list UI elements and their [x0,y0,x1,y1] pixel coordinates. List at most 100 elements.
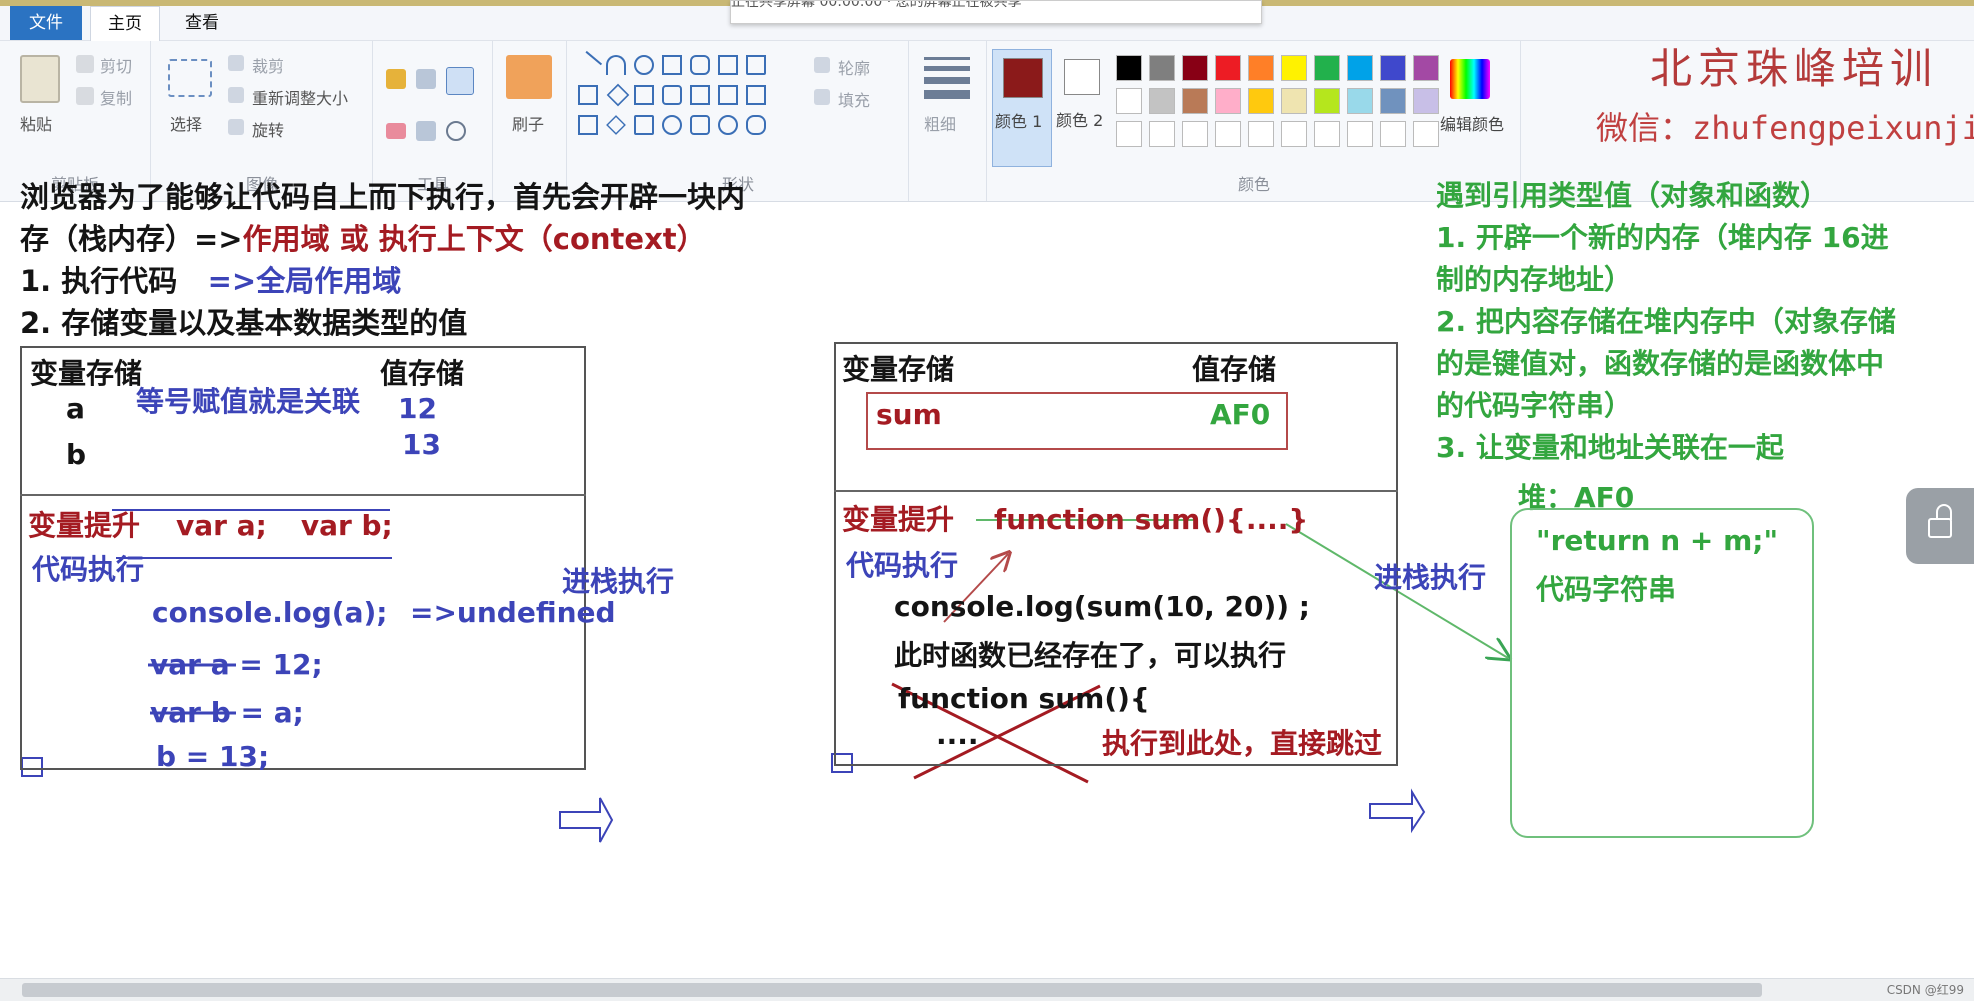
eraser-icon[interactable] [386,123,406,139]
five-point-star-shape-icon[interactable] [634,115,654,135]
brush-icon[interactable] [506,55,552,99]
tab-home[interactable]: 主页 [90,6,160,41]
palette-swatch[interactable] [1116,88,1142,114]
horizontal-scrollbar[interactable]: CSDN @红99 [0,978,1974,1001]
palette-swatch[interactable] [1149,88,1175,114]
diamond-shape-icon[interactable] [606,83,630,107]
size-button[interactable]: 粗细 [924,111,956,135]
down-arrow-shape-icon[interactable] [578,115,598,135]
color-picker-icon[interactable] [416,121,436,141]
palette-empty-swatch[interactable] [1314,121,1340,147]
triangle-shape-icon[interactable] [746,55,766,75]
line-shape-icon[interactable] [573,50,603,80]
mid-exec-label: 代码执行 [846,549,959,582]
select-icon[interactable] [168,59,212,97]
pentagon-shape-icon[interactable] [634,85,654,105]
palette-swatch[interactable] [1281,88,1307,114]
palette-swatch[interactable] [1149,55,1175,81]
callout-oval-shape-icon[interactable] [718,115,738,135]
brush-button[interactable]: 刷子 [512,111,544,135]
tab-view[interactable]: 查看 [168,6,236,40]
cut-icon[interactable] [76,55,94,73]
palette-swatch[interactable] [1347,88,1373,114]
rounded-rect-shape-icon[interactable] [690,55,710,75]
palette-empty-swatch[interactable] [1116,121,1142,147]
resize-button[interactable]: 重新调整大小 [252,85,348,109]
callout-rect-shape-icon[interactable] [690,115,710,135]
paste-icon[interactable] [20,55,60,103]
rotate-icon[interactable] [228,119,244,135]
color1-selector[interactable]: 颜色 1 [992,49,1052,167]
select-button[interactable]: 选择 [170,111,202,135]
palette-swatch[interactable] [1347,55,1373,81]
drawing-canvas[interactable]: 浏览器为了能够让代码自上而下执行，首先会开辟一块内 存（栈内存）=>作用域 或 … [0,179,1974,980]
palette-empty-swatch[interactable] [1215,121,1241,147]
var-b-label: b [66,438,87,471]
curve-shape-icon[interactable] [606,55,626,75]
text-tool-icon[interactable] [446,67,474,95]
shapes-gallery[interactable] [573,50,804,143]
paste-button[interactable]: 粘贴 [20,111,52,135]
palette-swatch[interactable] [1380,55,1406,81]
crop-icon[interactable] [228,55,244,71]
palette-swatch[interactable] [1215,55,1241,81]
polygon-shape-icon[interactable] [718,55,738,75]
right-triangle-shape-icon[interactable] [578,85,598,105]
palette-swatch[interactable] [1314,88,1340,114]
palette-swatch[interactable] [1413,55,1439,81]
palette-swatch[interactable] [1182,88,1208,114]
cut-button[interactable]: 剪切 [100,53,132,77]
callout-cloud-shape-icon[interactable] [746,115,766,135]
palette-swatch[interactable] [1248,88,1274,114]
palette-swatch[interactable] [1281,55,1307,81]
tab-file[interactable]: 文件 [10,6,82,40]
outline-icon[interactable] [814,57,830,73]
six-point-star-shape-icon[interactable] [662,115,682,135]
palette-empty-swatch[interactable] [1281,121,1307,147]
left-arrow-shape-icon[interactable] [718,85,738,105]
palette-empty-swatch[interactable] [1413,121,1439,147]
left-val-store-label: 值存储 [380,357,465,390]
oval-shape-icon[interactable] [634,55,654,75]
palette-empty-swatch[interactable] [1182,121,1208,147]
fill-bucket-icon[interactable] [416,69,436,89]
line-size-icon[interactable] [924,57,970,103]
color2-selector[interactable]: 颜色 2 [1054,49,1112,165]
fill-icon[interactable] [814,89,830,105]
magnifier-icon[interactable] [446,121,466,141]
outline-button[interactable]: 轮廓 [838,55,870,79]
fill-button[interactable]: 填充 [838,87,870,111]
crop-button[interactable]: 裁剪 [252,53,284,77]
edit-colors-icon[interactable] [1450,59,1490,99]
hexagon-shape-icon[interactable] [662,85,682,105]
palette-swatch[interactable] [1380,88,1406,114]
rotate-button[interactable]: 旋转 [252,117,284,141]
palette-swatch[interactable] [1116,55,1142,81]
right-line-6: 的代码字符串） [1436,389,1633,422]
copy-icon[interactable] [76,87,94,105]
palette-empty-swatch[interactable] [1149,121,1175,147]
left-exec-label: 代码执行 [32,553,145,586]
mid-push-arrow [1369,788,1426,834]
palette-empty-swatch[interactable] [1380,121,1406,147]
left-hoist-line: 变量提升 var a; var b; [28,509,393,542]
palette-swatch[interactable] [1248,55,1274,81]
palette-swatch[interactable] [1314,55,1340,81]
horizontal-scroll-thumb[interactable] [22,983,1762,997]
up-arrow-shape-icon[interactable] [746,85,766,105]
palette-swatch[interactable] [1215,88,1241,114]
palette-swatch[interactable] [1413,88,1439,114]
color1-label: 颜色 1 [995,112,1043,131]
heap-box [1510,508,1814,838]
edit-colors-button[interactable]: 编辑颜色 [1440,111,1504,135]
four-point-star-shape-icon[interactable] [606,115,626,135]
palette-empty-swatch[interactable] [1248,121,1274,147]
resize-icon[interactable] [228,87,244,103]
lock-button[interactable] [1906,488,1974,564]
rectangle-shape-icon[interactable] [662,55,682,75]
palette-empty-swatch[interactable] [1347,121,1373,147]
pencil-icon[interactable] [386,69,406,89]
copy-button[interactable]: 复制 [100,85,132,109]
right-arrow-shape-icon[interactable] [690,85,710,105]
palette-swatch[interactable] [1182,55,1208,81]
